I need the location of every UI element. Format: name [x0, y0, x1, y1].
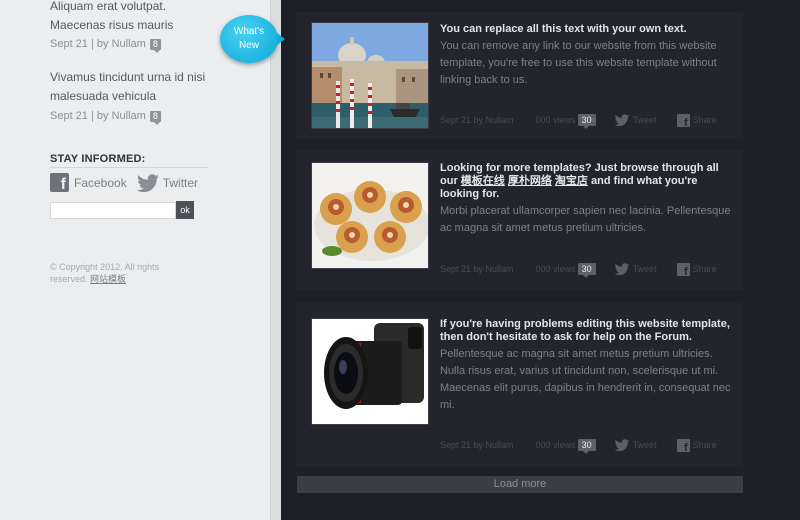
- badge-line-1: What's: [233, 26, 265, 37]
- view-count: 000 views: [535, 115, 576, 125]
- facebook-icon: [676, 438, 690, 454]
- post-card: Looking for more templates? Just browse …: [296, 150, 743, 290]
- post-title[interactable]: If you're having problems editing this w…: [440, 318, 735, 344]
- sidebar-post-title[interactable]: Vivamus tincidunt urna id nisi malesuada…: [50, 68, 220, 106]
- view-count: 000 views: [535, 264, 576, 274]
- submit-button[interactable]: ok: [176, 201, 194, 219]
- badge-line-2: New: [238, 40, 259, 51]
- comment-count-badge[interactable]: 8: [149, 38, 161, 53]
- whats-new-badge: What's New: [220, 15, 285, 63]
- view-count: 000 views: [535, 440, 576, 450]
- twitter-icon: [614, 263, 629, 275]
- social-links: Facebook Twitter: [50, 173, 198, 194]
- divider: [50, 167, 208, 168]
- facebook-icon: [676, 262, 690, 278]
- share-button[interactable]: Share: [674, 113, 717, 129]
- comment-count-badge[interactable]: 8: [149, 110, 161, 125]
- template-link[interactable]: 模板在线: [461, 175, 505, 187]
- post-content: If you're having problems editing this w…: [440, 318, 735, 414]
- post-image-pastries[interactable]: [311, 162, 429, 269]
- post-image-venice[interactable]: [311, 22, 429, 129]
- post-meta: Sept 21 by Nullam 000 views 30 Tweet Sha…: [440, 259, 720, 279]
- author-link[interactable]: by Nullam: [97, 110, 146, 122]
- copyright: © Copyright 2012. All rights reserved. 网…: [50, 261, 180, 285]
- share-label: Share: [692, 115, 717, 125]
- post-image-camera-lens[interactable]: [311, 318, 429, 425]
- load-more-button[interactable]: Load more: [297, 476, 743, 493]
- template-link[interactable]: 厚朴网络: [508, 175, 552, 187]
- share-button[interactable]: Share: [674, 438, 717, 454]
- post-meta: Sept 21 by Nullam 000 views 30 Tweet Sha…: [440, 110, 720, 130]
- sidebar-post-title[interactable]: Aliquam erat volutpat. Maecenas risus ma…: [50, 0, 220, 35]
- share-button[interactable]: Share: [674, 262, 717, 278]
- view-count-badge: 30: [577, 114, 596, 129]
- template-link[interactable]: 淘宝店: [555, 175, 588, 187]
- tweet-button[interactable]: Tweet: [614, 263, 657, 275]
- tweet-label: Tweet: [632, 440, 657, 450]
- post-card: You can replace all this text with your …: [296, 12, 743, 139]
- post-date: Sept 21: [50, 38, 88, 50]
- post-date-author[interactable]: Sept 21 by Nullam: [440, 264, 514, 274]
- twitter-icon: [614, 439, 629, 451]
- post-date-author[interactable]: Sept 21 by Nullam: [440, 115, 514, 125]
- post-card: If you're having problems editing this w…: [296, 303, 743, 467]
- view-count-badge: 30: [577, 263, 596, 278]
- post-content: You can replace all this text with your …: [440, 23, 735, 89]
- post-date: Sept 21: [50, 110, 88, 122]
- twitter-link[interactable]: Twitter: [163, 176, 198, 190]
- sidebar-edge: [270, 0, 281, 520]
- post-content: Looking for more templates? Just browse …: [440, 162, 735, 237]
- tweet-button[interactable]: Tweet: [614, 114, 657, 126]
- sidebar-post-meta: Sept 21 | by Nullam 8: [50, 110, 161, 125]
- post-title[interactable]: You can replace all this text with your …: [440, 23, 735, 36]
- sidebar: Aliquam erat volutpat. Maecenas risus ma…: [0, 0, 270, 520]
- share-label: Share: [692, 440, 717, 450]
- copyright-link[interactable]: 网站模板: [90, 274, 126, 284]
- post-meta: Sept 21 by Nullam 000 views 30 Tweet Sha…: [440, 435, 720, 455]
- twitter-icon[interactable]: [136, 173, 160, 192]
- author-link[interactable]: by Nullam: [97, 38, 146, 50]
- meta-separator: |: [90, 38, 94, 50]
- stay-informed-heading: STAY INFORMED:: [50, 153, 146, 165]
- share-label: Share: [692, 264, 717, 274]
- tweet-button[interactable]: Tweet: [614, 439, 657, 451]
- tweet-label: Tweet: [632, 115, 657, 125]
- facebook-icon[interactable]: [50, 173, 69, 194]
- meta-separator: |: [90, 110, 94, 122]
- view-count-badge: 30: [577, 439, 596, 454]
- post-date-author[interactable]: Sept 21 by Nullam: [440, 440, 514, 450]
- sidebar-post-meta: Sept 21 | by Nullam 8: [50, 38, 161, 53]
- tweet-label: Tweet: [632, 264, 657, 274]
- twitter-icon: [614, 114, 629, 126]
- post-title: Looking for more templates? Just browse …: [440, 162, 735, 201]
- post-excerpt: You can remove any link to our website f…: [440, 40, 717, 86]
- post-excerpt: Morbi placerat ullamcorper sapien nec la…: [440, 205, 731, 234]
- facebook-icon: [676, 113, 690, 129]
- facebook-link[interactable]: Facebook: [74, 176, 127, 190]
- post-excerpt: Pellentesque ac magna sit amet metus pre…: [440, 348, 731, 411]
- newsletter-input[interactable]: [50, 202, 176, 219]
